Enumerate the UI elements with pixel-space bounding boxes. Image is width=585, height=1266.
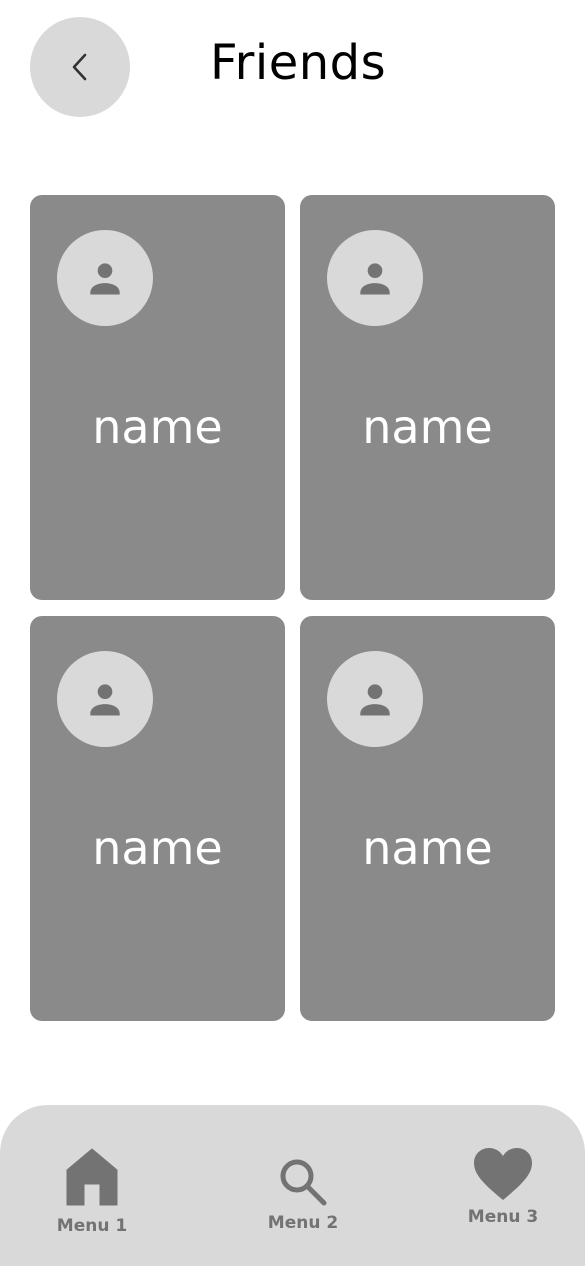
nav-label: Menu 1 <box>56 1216 128 1236</box>
friend-name: name <box>362 400 493 454</box>
nav-item-menu-2[interactable]: Menu 2 <box>263 1157 343 1233</box>
friend-card[interactable]: name <box>30 616 285 1021</box>
friend-card[interactable]: name <box>300 195 555 600</box>
friend-card[interactable]: name <box>30 195 285 600</box>
nav-label: Menu 2 <box>267 1213 339 1233</box>
friends-screen: Friends name name name name Menu 1 Menu … <box>0 0 585 1266</box>
home-icon <box>66 1148 118 1206</box>
person-icon <box>90 684 120 716</box>
avatar <box>57 230 153 326</box>
friend-name: name <box>362 821 493 875</box>
page-title: Friends <box>210 35 387 91</box>
person-icon <box>90 263 120 295</box>
bottom-nav: Menu 1 Menu 2 Menu 3 <box>0 1105 585 1266</box>
nav-label: Menu 3 <box>467 1207 539 1227</box>
friend-name: name <box>92 821 223 875</box>
person-icon <box>360 263 390 295</box>
heart-icon <box>474 1148 532 1200</box>
chevron-left-icon <box>72 53 87 81</box>
avatar <box>57 651 153 747</box>
avatar <box>327 651 423 747</box>
search-icon <box>280 1159 327 1206</box>
friend-grid: name name name name <box>30 195 555 1021</box>
nav-item-menu-1[interactable]: Menu 1 <box>52 1148 132 1236</box>
nav-item-menu-3[interactable]: Menu 3 <box>463 1147 543 1227</box>
avatar <box>327 230 423 326</box>
person-icon <box>360 684 390 716</box>
back-button[interactable] <box>30 17 130 117</box>
friend-name: name <box>92 400 223 454</box>
friend-card[interactable]: name <box>300 616 555 1021</box>
